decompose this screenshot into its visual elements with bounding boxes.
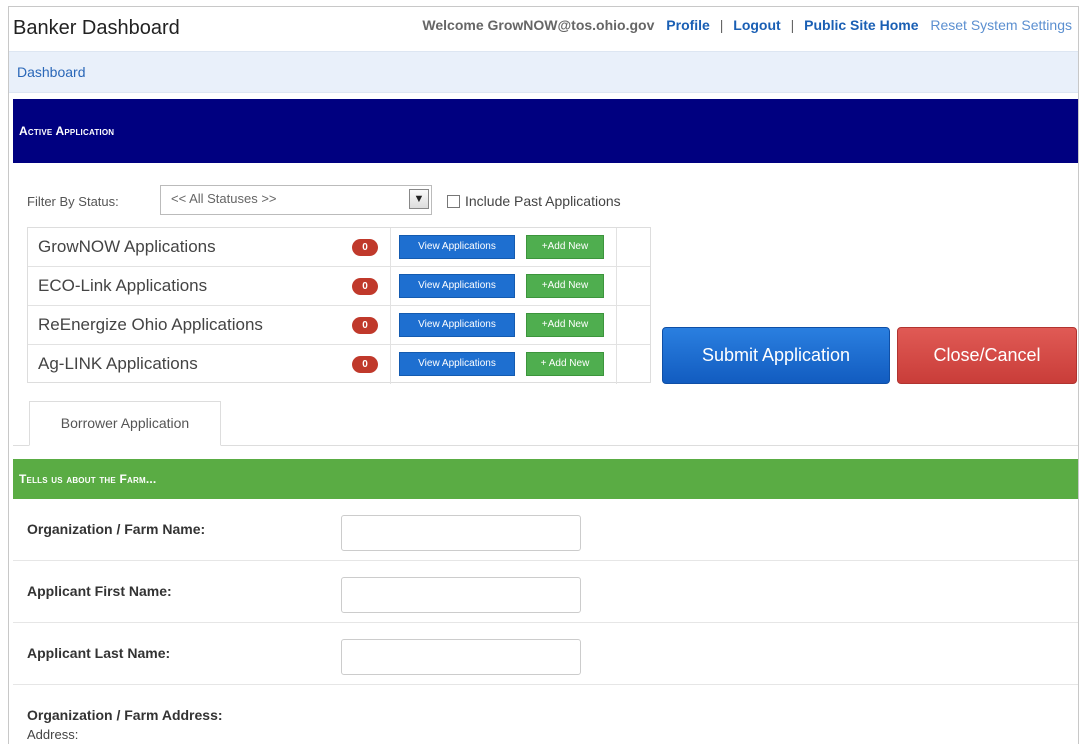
active-application-header: Active Application <box>13 99 1078 163</box>
public-site-home-link[interactable]: Public Site Home <box>804 17 918 33</box>
first-name-label: Applicant First Name: <box>27 583 172 599</box>
top-nav: Welcome GrowNOW@tos.ohio.gov Profile | L… <box>422 17 1072 33</box>
application-name: Ag-LINK Applications <box>38 354 198 373</box>
filter-status-label: Filter By Status: <box>27 194 119 209</box>
logout-link[interactable]: Logout <box>733 17 780 33</box>
view-applications-button[interactable]: View Applications <box>399 235 515 259</box>
add-new-button[interactable]: +Add New <box>526 313 604 337</box>
add-new-button[interactable]: + Add New <box>526 352 604 376</box>
reset-system-settings-link[interactable]: Reset System Settings <box>930 17 1072 33</box>
divider <box>616 267 617 306</box>
org-name-field[interactable] <box>341 515 581 551</box>
nav-separator: | <box>719 17 724 33</box>
divider <box>390 306 391 345</box>
farm-section-title: Tells us about the Farm... <box>19 472 157 486</box>
divider <box>616 345 617 384</box>
first-name-field[interactable] <box>341 577 581 613</box>
last-name-label: Applicant Last Name: <box>27 645 171 661</box>
divider <box>390 267 391 306</box>
list-item: GrowNOW Applications 0 View Applications… <box>28 228 650 267</box>
divider <box>390 345 391 384</box>
app-title: Banker Dashboard <box>13 17 180 39</box>
application-name: GrowNOW Applications <box>38 237 216 256</box>
divider <box>616 306 617 345</box>
count-badge: 0 <box>352 317 378 334</box>
application-name: ECO-Link Applications <box>38 276 208 295</box>
applications-table: GrowNOW Applications 0 View Applications… <box>27 227 651 384</box>
list-item: ECO-Link Applications 0 View Application… <box>28 267 650 306</box>
count-badge: 0 <box>352 278 378 295</box>
include-past-label: Include Past Applications <box>465 193 621 209</box>
org-name-row: Organization / Farm Name: <box>13 499 1078 561</box>
breadcrumb: Dashboard <box>9 51 1078 93</box>
add-new-button[interactable]: +Add New <box>526 235 604 259</box>
include-past-checkbox[interactable] <box>447 195 460 208</box>
view-applications-button[interactable]: View Applications <box>399 352 515 376</box>
dashboard-frame: Banker Dashboard Welcome GrowNOW@tos.ohi… <box>8 6 1079 744</box>
chevron-down-icon[interactable]: ▼ <box>409 189 429 209</box>
active-application-title: Active Application <box>19 124 115 138</box>
profile-link[interactable]: Profile <box>666 17 710 33</box>
application-name: ReEnergize Ohio Applications <box>38 315 263 334</box>
org-name-label: Organization / Farm Name: <box>27 521 206 537</box>
nav-separator: | <box>790 17 795 33</box>
view-applications-button[interactable]: View Applications <box>399 274 515 298</box>
count-badge: 0 <box>352 356 378 373</box>
divider <box>616 228 617 267</box>
close-cancel-button[interactable]: Close/Cancel <box>897 327 1077 384</box>
welcome-text: Welcome GrowNOW@tos.ohio.gov <box>422 17 655 33</box>
last-name-row: Applicant Last Name: <box>13 623 1078 685</box>
breadcrumb-dashboard-link[interactable]: Dashboard <box>17 64 86 80</box>
divider <box>390 228 391 267</box>
submit-application-button[interactable]: Submit Application <box>662 327 890 384</box>
list-item: Ag-LINK Applications 0 View Applications… <box>28 345 650 384</box>
first-name-row: Applicant First Name: <box>13 561 1078 623</box>
address-section-title: Organization / Farm Address: <box>27 707 223 723</box>
status-filter-value: << All Statuses >> <box>171 191 277 206</box>
count-badge: 0 <box>352 239 378 256</box>
list-item: ReEnergize Ohio Applications 0 View Appl… <box>28 306 650 345</box>
status-filter-select[interactable]: << All Statuses >> ▼ <box>160 185 432 215</box>
add-new-button[interactable]: +Add New <box>526 274 604 298</box>
view-applications-button[interactable]: View Applications <box>399 313 515 337</box>
address-label: Address: <box>27 727 79 742</box>
tab-borrower-application[interactable]: Borrower Application <box>29 401 221 446</box>
last-name-field[interactable] <box>341 639 581 675</box>
farm-section-header: Tells us about the Farm... <box>13 459 1078 499</box>
